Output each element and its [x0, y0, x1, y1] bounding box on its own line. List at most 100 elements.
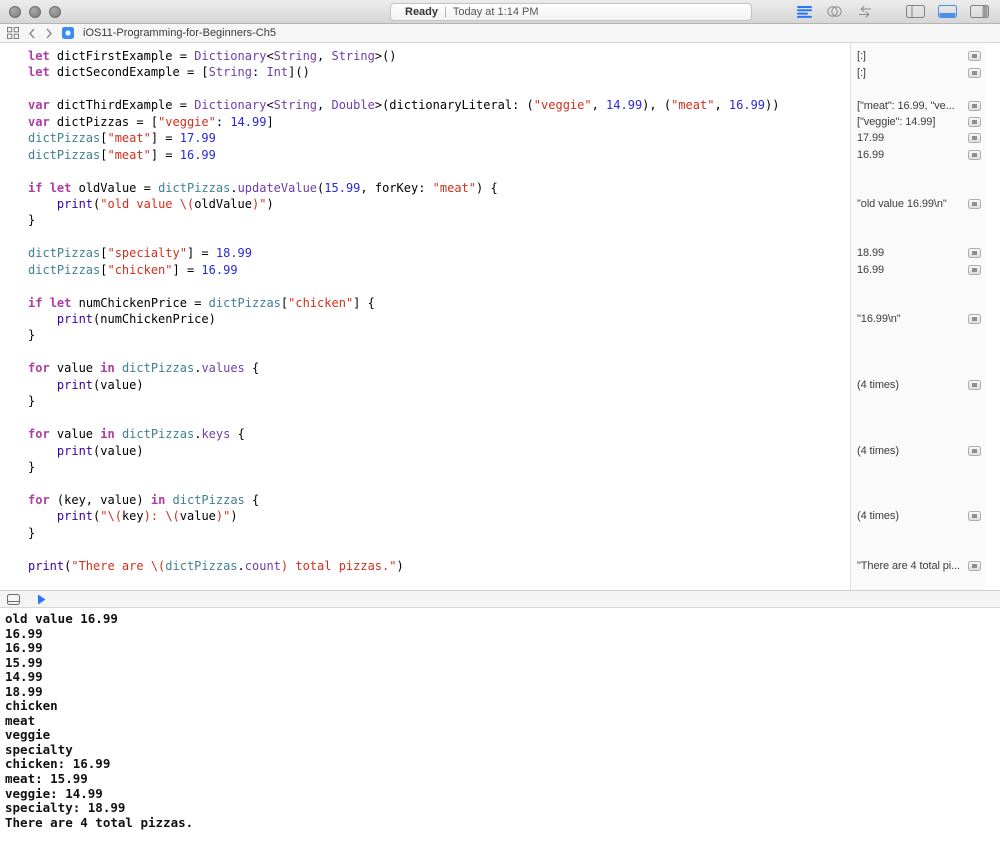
result-cell: "16.99\n"	[850, 311, 985, 327]
window-titlebar: Ready | Today at 1:14 PM	[0, 0, 1000, 24]
toggle-debug-area-button[interactable]	[937, 4, 958, 19]
code-text[interactable]: dictPizzas["chicken"] = 16.99	[0, 262, 850, 278]
code-text[interactable]: print(numChickenPrice)	[0, 311, 850, 327]
show-result-button[interactable]	[968, 150, 981, 160]
code-text[interactable]: if let oldValue = dictPizzas.updateValue…	[0, 180, 850, 196]
code-text[interactable]: }	[0, 459, 850, 475]
hide-debug-area-button[interactable]	[7, 594, 20, 605]
result-value: "old value 16.99\n"	[857, 198, 985, 210]
code-text[interactable]: }	[0, 327, 850, 343]
code-text[interactable]	[0, 574, 850, 590]
result-cell: 16.99	[850, 262, 985, 278]
code-line: for value in dictPizzas.keys {	[0, 426, 1000, 442]
console-output[interactable]: old value 16.9916.9916.9915.9914.9918.99…	[0, 608, 1000, 844]
toggle-inspector-button[interactable]	[969, 4, 990, 19]
code-line: print("\(key): \(value)")(4 times)	[0, 508, 1000, 524]
assistant-editor-button[interactable]	[825, 4, 844, 19]
code-text[interactable]: print("There are \(dictPizzas.count) tot…	[0, 558, 850, 574]
show-result-button[interactable]	[968, 380, 981, 390]
result-cell	[850, 327, 985, 343]
code-text[interactable]: print("old value \(oldValue)")	[0, 196, 850, 212]
console-line: meat: 15.99	[5, 772, 1000, 787]
show-result-button[interactable]	[968, 446, 981, 456]
close-window-button[interactable]	[9, 6, 21, 18]
code-text[interactable]: let dictSecondExample = [String: Int]()	[0, 64, 850, 80]
code-text[interactable]: var dictThirdExample = Dictionary<String…	[0, 97, 850, 113]
show-result-button[interactable]	[968, 265, 981, 275]
show-result-button[interactable]	[968, 511, 981, 521]
go-forward-button[interactable]	[45, 28, 53, 39]
code-text[interactable]: }	[0, 525, 850, 541]
console-line: meat	[5, 714, 1000, 729]
code-text[interactable]	[0, 229, 850, 245]
result-cell	[850, 459, 985, 475]
result-cell: ["meat": 16.99, "ve...	[850, 97, 985, 113]
show-result-button[interactable]	[968, 314, 981, 324]
console-line: 15.99	[5, 656, 1000, 671]
result-cell	[850, 81, 985, 97]
show-result-button[interactable]	[968, 133, 981, 143]
code-text[interactable]	[0, 541, 850, 557]
code-text[interactable]: for (key, value) in dictPizzas {	[0, 492, 850, 508]
result-cell	[850, 229, 985, 245]
code-line: if let oldValue = dictPizzas.updateValue…	[0, 180, 1000, 196]
code-line	[0, 81, 1000, 97]
code-text[interactable]: dictPizzas["meat"] = 17.99	[0, 130, 850, 146]
result-value: "There are 4 total pi...	[857, 560, 985, 572]
code-text[interactable]: for value in dictPizzas.keys {	[0, 426, 850, 442]
debug-bar	[0, 590, 1000, 608]
code-text[interactable]: let dictFirstExample = Dictionary<String…	[0, 48, 850, 64]
result-cell: (4 times)	[850, 377, 985, 393]
show-result-button[interactable]	[968, 101, 981, 111]
code-text[interactable]	[0, 475, 850, 491]
result-cell	[850, 163, 985, 179]
result-value: [:]	[857, 50, 985, 62]
code-text[interactable]: print(value)	[0, 377, 850, 393]
code-lines: let dictFirstExample = Dictionary<String…	[0, 43, 1000, 590]
result-cell: 16.99	[850, 147, 985, 163]
code-text[interactable]: }	[0, 393, 850, 409]
result-value: 16.99	[857, 149, 985, 161]
standard-editor-button[interactable]	[795, 4, 814, 19]
show-result-button[interactable]	[968, 199, 981, 209]
code-text[interactable]: dictPizzas["meat"] = 16.99	[0, 147, 850, 163]
code-text[interactable]: var dictPizzas = ["veggie": 14.99]	[0, 114, 850, 130]
code-line: print(value)(4 times)	[0, 443, 1000, 459]
result-cell: (4 times)	[850, 443, 985, 459]
code-text[interactable]	[0, 81, 850, 97]
related-items-button[interactable]	[7, 27, 19, 39]
code-text[interactable]: print("\(key): \(value)")	[0, 508, 850, 524]
code-text[interactable]	[0, 344, 850, 360]
code-text[interactable]	[0, 278, 850, 294]
version-editor-button[interactable]	[855, 4, 875, 19]
minimize-window-button[interactable]	[29, 6, 41, 18]
result-value: [:]	[857, 67, 985, 79]
result-cell	[850, 541, 985, 557]
code-line: var dictThirdExample = Dictionary<String…	[0, 97, 1000, 113]
editor-area[interactable]: let dictFirstExample = Dictionary<String…	[0, 43, 1000, 590]
show-result-button[interactable]	[968, 117, 981, 127]
code-line: print("There are \(dictPizzas.count) tot…	[0, 558, 1000, 574]
show-result-button[interactable]	[968, 68, 981, 78]
result-cell	[850, 295, 985, 311]
breadcrumb-file-name[interactable]: iOS11-Programming-for-Beginners-Ch5	[83, 27, 276, 39]
toggle-navigator-button[interactable]	[905, 4, 926, 19]
run-playground-button[interactable]	[37, 594, 46, 605]
result-cell	[850, 410, 985, 426]
build-status: Ready	[405, 6, 438, 18]
result-cell	[850, 426, 985, 442]
code-text[interactable]	[0, 163, 850, 179]
code-text[interactable]: }	[0, 212, 850, 228]
code-text[interactable]: if let numChickenPrice = dictPizzas["chi…	[0, 295, 850, 311]
show-result-button[interactable]	[968, 561, 981, 571]
activity-separator: |	[444, 6, 447, 18]
show-result-button[interactable]	[968, 248, 981, 258]
code-text[interactable]: for value in dictPizzas.values {	[0, 360, 850, 376]
code-text[interactable]: print(value)	[0, 443, 850, 459]
show-result-button[interactable]	[968, 51, 981, 61]
zoom-window-button[interactable]	[49, 6, 61, 18]
code-text[interactable]	[0, 410, 850, 426]
code-line: dictPizzas["meat"] = 16.99 16.99	[0, 147, 1000, 163]
go-back-button[interactable]	[28, 28, 36, 39]
code-text[interactable]: dictPizzas["specialty"] = 18.99	[0, 245, 850, 261]
